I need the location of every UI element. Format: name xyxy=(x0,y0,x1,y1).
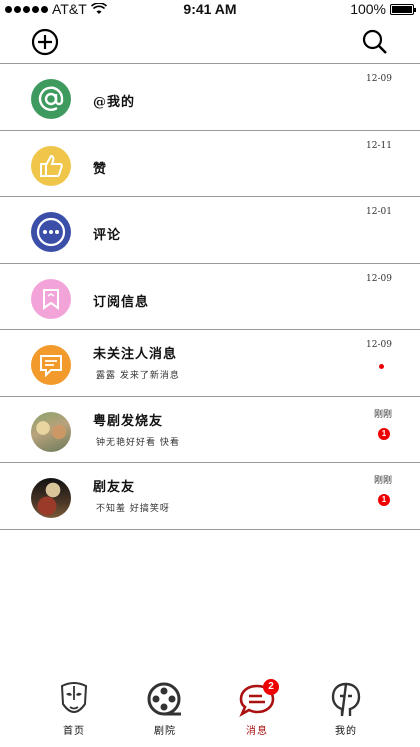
message-time: 12-11 xyxy=(366,140,392,151)
message-time: 12-09 xyxy=(366,273,392,284)
message-title: @我的 xyxy=(93,95,136,110)
battery-label: 100% xyxy=(350,1,386,17)
message-item-mentions[interactable]: @我的 12-09 xyxy=(0,64,420,131)
thumbs-up-icon xyxy=(31,145,71,186)
message-title: 未关注人消息 xyxy=(93,347,178,362)
status-bar: AT&T 9:41 AM 100% xyxy=(0,0,420,20)
tab-home[interactable]: 首页 xyxy=(44,680,104,737)
message-item-likes[interactable]: 赞 12-11 xyxy=(0,131,420,197)
tab-label: 我的 xyxy=(335,726,357,737)
battery-icon xyxy=(390,3,416,15)
plus-circle-icon[interactable] xyxy=(31,28,59,56)
unread-badge: 1 xyxy=(378,427,390,440)
tab-messages[interactable]: 2 消息 xyxy=(227,679,287,737)
tab-label: 首页 xyxy=(63,726,85,737)
bookmark-icon xyxy=(31,278,71,319)
message-preview: 钟无艳好好看 快看 xyxy=(96,437,180,448)
message-icon xyxy=(31,345,71,385)
opera-mask-icon xyxy=(60,682,88,713)
notification-badge: 2 xyxy=(263,679,279,695)
user-avatar xyxy=(31,411,71,452)
message-title: 赞 xyxy=(93,161,108,177)
profile-icon xyxy=(331,682,361,717)
user-avatar xyxy=(31,478,71,518)
message-item-strangers[interactable]: 未关注人消息 露露 发来了新消息 12-09 xyxy=(0,330,420,397)
message-time: 刚刚 xyxy=(373,476,392,486)
more-dots-icon xyxy=(31,212,71,252)
message-preview: 不知羞 好搞笑呀 xyxy=(96,504,170,514)
message-title: 粤剧发烧友 xyxy=(93,413,164,429)
message-item-chat[interactable]: 粤剧发烧友 钟无艳好好看 快看 刚刚 1 xyxy=(0,397,420,463)
film-reel-icon xyxy=(147,682,181,716)
tab-label: 剧院 xyxy=(154,726,176,737)
at-icon xyxy=(31,79,71,119)
top-nav xyxy=(0,20,420,64)
search-icon[interactable] xyxy=(361,28,389,56)
message-list: @我的 12-09 赞 12-11 评论 12-01 订阅信息 12-09 未关… xyxy=(0,64,420,530)
message-time: 12-09 xyxy=(366,340,392,350)
unread-badge: 1 xyxy=(378,494,390,506)
tab-theater[interactable]: 剧院 xyxy=(135,680,195,737)
tab-bar: 首页 剧院 2 消息 我的 xyxy=(0,672,420,747)
tab-profile[interactable]: 我的 xyxy=(316,680,376,737)
unread-dot xyxy=(379,364,384,369)
message-item-subscriptions[interactable]: 订阅信息 12-09 xyxy=(0,264,420,330)
message-time: 12-01 xyxy=(366,207,392,217)
message-preview: 露露 发来了新消息 xyxy=(96,371,180,381)
tab-label: 消息 xyxy=(246,726,268,737)
message-time: 刚刚 xyxy=(373,409,392,420)
message-title: 剧友友 xyxy=(93,480,136,495)
message-title: 订阅信息 xyxy=(93,294,150,310)
message-item-comments[interactable]: 评论 12-01 xyxy=(0,197,420,264)
battery-status: 100% xyxy=(350,1,416,17)
message-time: 12-09 xyxy=(366,74,392,84)
message-item-chat[interactable]: 剧友友 不知羞 好搞笑呀 刚刚 1 xyxy=(0,463,420,530)
message-title: 评论 xyxy=(93,228,122,243)
